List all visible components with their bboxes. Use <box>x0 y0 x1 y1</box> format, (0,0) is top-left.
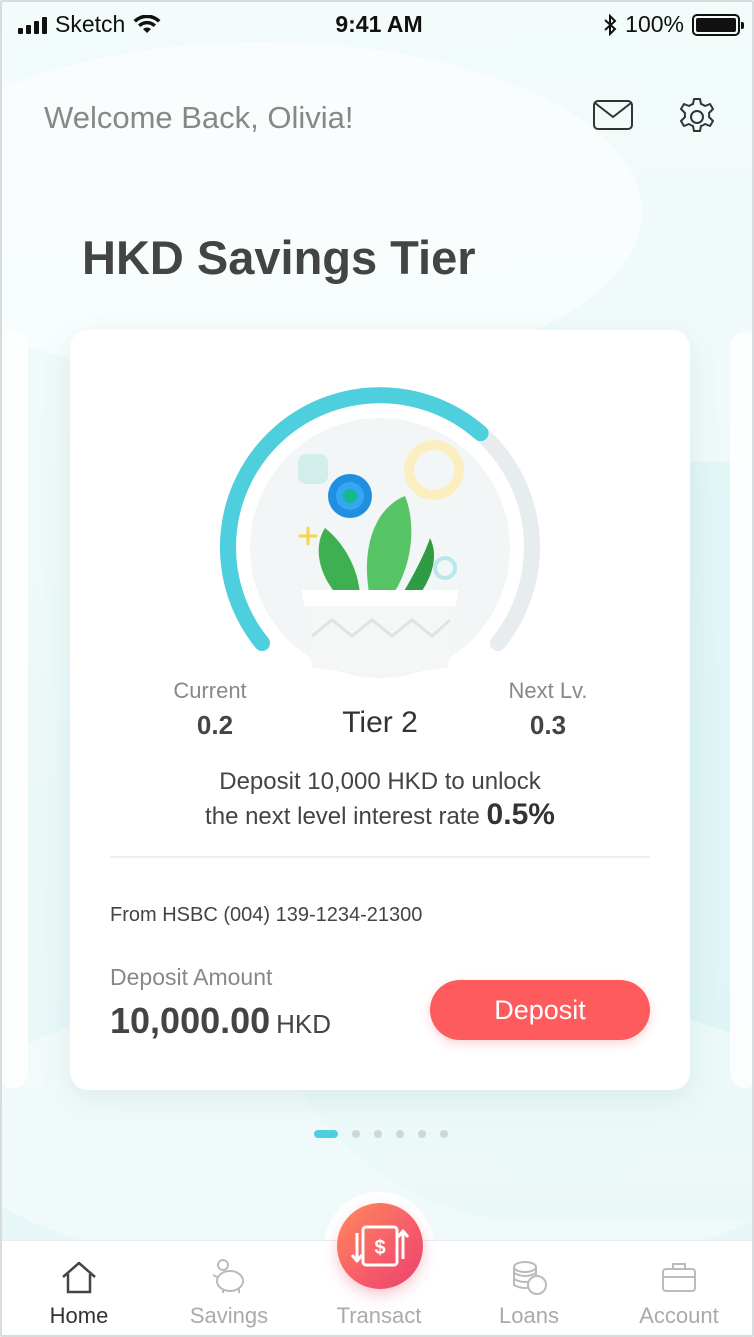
flower-icon <box>328 474 372 518</box>
pager-dot[interactable] <box>374 1130 382 1138</box>
deposit-currency: HKD <box>276 1009 332 1039</box>
transfer-dollar-icon: $ <box>350 1225 410 1267</box>
transact-button[interactable]: $ <box>337 1203 423 1289</box>
pager-dot-active[interactable] <box>314 1130 338 1138</box>
tab-label: Transact <box>336 1303 422 1328</box>
current-rate-label: Current <box>173 678 247 703</box>
next-level-value: 0.3 <box>529 710 567 740</box>
pager-dot[interactable] <box>352 1130 360 1138</box>
status-bar: Sketch 9:41 AM 100% <box>2 2 752 46</box>
current-rate-value: 0.2 <box>196 710 234 740</box>
next-card-peek[interactable] <box>730 332 752 1088</box>
pager-dot[interactable] <box>396 1130 404 1138</box>
next-interest-rate: 0.5% <box>486 798 555 831</box>
decor-square <box>298 454 328 484</box>
carousel-pager <box>314 1130 448 1138</box>
app-screen: Sketch 9:41 AM 100% Welcome Back, Olivia… <box>0 0 754 1337</box>
tab-home[interactable]: Home <box>4 1241 154 1335</box>
tab-label: Savings <box>189 1303 269 1328</box>
home-icon <box>62 1261 96 1294</box>
tier-name: Tier 2 <box>342 706 418 739</box>
page-title: HKD Savings Tier <box>82 231 476 284</box>
next-level-label: Next Lv. <box>508 678 588 703</box>
tier-progress-gauge <box>220 387 540 678</box>
unlock-message-line2: the next level interest rate 0.5% <box>70 798 690 832</box>
gear-icon[interactable] <box>676 96 718 138</box>
piggy-bank-icon <box>212 1259 244 1293</box>
deposit-amount-label: Deposit Amount <box>110 964 273 990</box>
bluetooth-icon <box>604 13 617 36</box>
tab-account[interactable]: Account <box>604 1241 752 1335</box>
tab-label: Loans <box>499 1303 559 1328</box>
pager-dot[interactable] <box>440 1130 448 1138</box>
deposit-amount-value: 10,000.00 <box>110 1000 271 1041</box>
battery-icon <box>692 13 744 36</box>
coins-icon <box>513 1261 547 1295</box>
divider <box>110 856 650 858</box>
mail-icon[interactable] <box>592 96 634 134</box>
pager-dot[interactable] <box>418 1130 426 1138</box>
battery-percent: 100% <box>625 11 684 37</box>
deposit-amount[interactable]: 10,000.00 HKD <box>110 1000 331 1042</box>
status-right: 100% <box>603 11 744 38</box>
deposit-button[interactable]: Deposit <box>430 980 650 1040</box>
welcome-message: Welcome Back, Olivia! <box>44 100 354 135</box>
briefcase-icon <box>662 1263 696 1292</box>
tier-card: Current 0.2 Tier 2 Next Lv. 0.3 Deposit … <box>70 330 690 1090</box>
unlock-message-line1: Deposit 10,000 HKD to unlock <box>219 768 541 795</box>
source-account[interactable]: From HSBC (004) 139-1234-21300 <box>110 904 422 927</box>
tab-savings[interactable]: Savings <box>154 1241 304 1335</box>
previous-card-peek[interactable] <box>2 332 28 1088</box>
svg-text:$: $ <box>374 1237 385 1259</box>
tab-label: Account <box>639 1303 719 1328</box>
tab-label: Home <box>49 1303 109 1328</box>
unlock-message-text: the next level interest rate <box>205 803 480 830</box>
tab-loans[interactable]: Loans <box>454 1241 604 1335</box>
